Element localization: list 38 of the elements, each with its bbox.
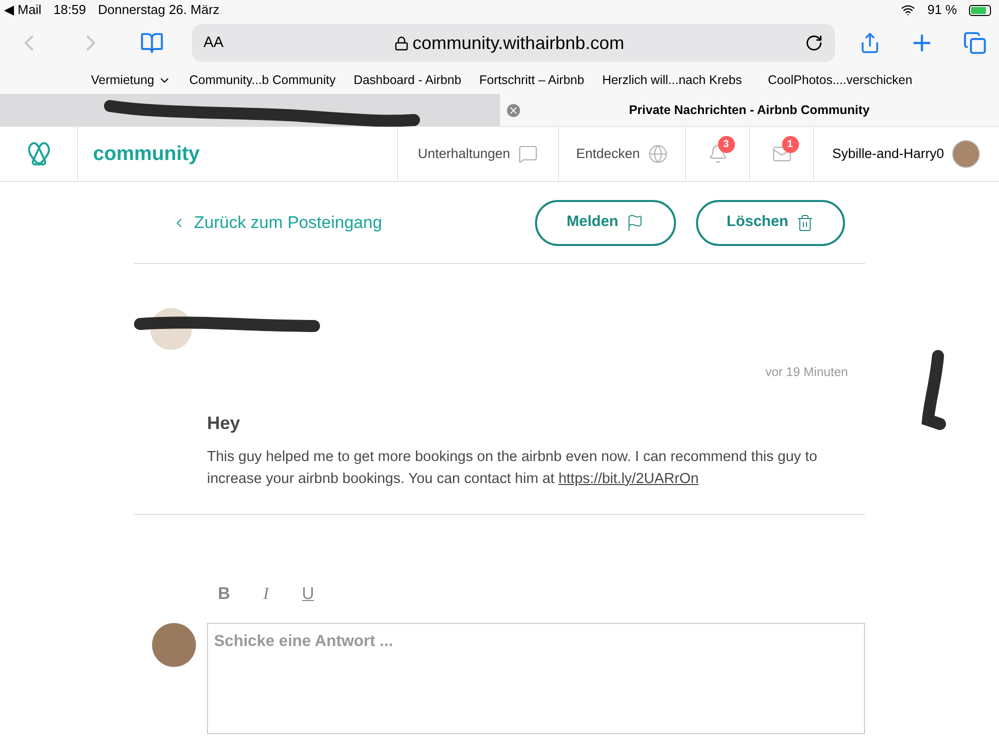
reply-avatar [152,622,196,666]
bookmark-item[interactable]: Vermietung [91,70,172,90]
format-button[interactable]: I [258,581,274,606]
notification-badge: 1 [782,136,798,153]
battery-icon [969,4,991,16]
message-subject: Hey [207,412,242,435]
user-avatar[interactable] [952,140,980,168]
tabs-icon[interactable] [963,31,987,55]
bookmarks-icon[interactable] [140,31,164,55]
nav-item[interactable]: Unterhaltungen [398,127,559,181]
reply-field[interactable]: Schicke eine Antwort ... [207,622,865,734]
back-to-app[interactable]: ◀ Mail [4,0,42,20]
bookmark-item[interactable]: Fortschritt – Airbnb [479,70,584,90]
nav-item[interactable]: Entdecken [559,127,686,181]
address-bar[interactable]: AA community.withairbnb.com [192,24,836,62]
message-body: This guy helped me to get more bookings on the airbnb even now. I can recommend this guy to increase your airbnb bookings. You can contact him at https://bit.ly/2UARrOn [207,448,818,489]
close-tab-icon[interactable] [506,104,520,116]
trash-icon [796,214,814,232]
message-time: vor 19 Minuten [765,364,848,381]
flag-icon [626,214,644,232]
notification-badge: 3 [718,136,734,153]
user-name[interactable]: Sybille-and-Harry0 [832,144,944,164]
bookmark-item[interactable]: Dashboard - Airbnb [354,70,462,90]
message-link[interactable]: https://bit.ly/2UARrOn [558,470,699,487]
globe-icon [648,144,668,164]
browser-tab[interactable] [0,94,500,126]
battery-percent: 91 % [927,1,957,20]
action-button[interactable]: Melden [535,200,676,246]
bookmark-item[interactable]: CoolPhotos....verschicken [768,70,912,90]
format-button[interactable]: U [300,581,316,606]
wifi-icon [901,3,916,17]
status-date: Donnerstag 26. März [98,1,220,20]
bookmark-item[interactable]: Herzlich will...nach Krebs [602,70,742,90]
format-button[interactable]: B [216,581,232,606]
bookmark-item[interactable]: Community...b Community [189,70,336,90]
chat-icon [518,144,538,164]
action-button[interactable]: Löschen [696,200,845,246]
status-time: 18:59 [53,1,86,20]
